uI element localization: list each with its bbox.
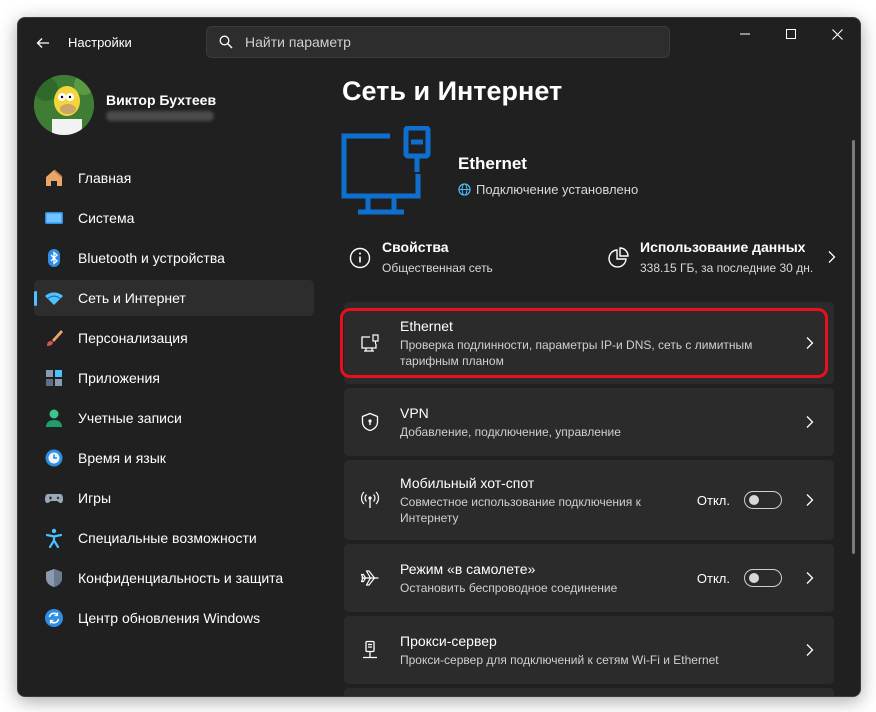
properties-link[interactable]: Свойства Общественная сеть — [348, 236, 493, 275]
card-subtitle: Добавление, подключение, управление — [400, 424, 621, 439]
close-button[interactable] — [814, 18, 860, 50]
sidebar-item-label: Конфиденциальность и защита — [78, 570, 284, 586]
chevron-right-icon — [800, 415, 820, 429]
sidebar-item-label: Система — [78, 210, 135, 226]
ethernet-title: Ethernet — [458, 154, 527, 173]
search-input[interactable] — [243, 33, 647, 51]
data-usage-link[interactable]: Использование данных 338.15 ГБ, за после… — [606, 236, 837, 275]
sidebar-item-personalization[interactable]: Персонализация — [34, 320, 314, 356]
back-button[interactable] — [32, 32, 54, 54]
sidebar-item-gaming[interactable]: Игры — [34, 480, 314, 516]
bluetooth-icon — [44, 248, 64, 268]
hotspot-icon — [360, 490, 380, 510]
sidebar-item-label: Игры — [78, 490, 112, 506]
maximize-button[interactable] — [768, 18, 814, 50]
sidebar-item-label: Специальные возможности — [78, 530, 257, 546]
ethernet-status-text: Подключение установлено — [476, 182, 639, 197]
card-subtitle: Прокси-сервер для подключений к сетям Wi… — [400, 652, 719, 667]
search-icon — [219, 34, 235, 50]
home-icon — [44, 168, 64, 188]
chevron-right-icon — [828, 251, 836, 263]
proxy-icon — [360, 640, 380, 660]
sidebar-item-system[interactable]: Система — [34, 200, 314, 236]
mobile-hotspot-card[interactable]: Мобильный хот-спот Совместное использова… — [344, 460, 834, 540]
accounts-icon — [44, 408, 64, 428]
proxy-card[interactable]: Прокси-сервер Прокси-сервер для подключе… — [344, 616, 834, 684]
brush-icon — [44, 328, 64, 348]
sidebar-item-time-language[interactable]: Время и язык — [34, 440, 314, 476]
data-usage-title: Использование данных — [640, 239, 806, 255]
minimize-icon — [740, 33, 750, 35]
close-icon — [831, 28, 843, 40]
sidebar-item-accessibility[interactable]: Специальные возможности — [34, 520, 314, 556]
user-name: Виктор Бухтеев — [106, 92, 217, 108]
sidebar-item-windows-update[interactable]: Центр обновления Windows — [34, 600, 314, 636]
sidebar-item-privacy[interactable]: Конфиденциальность и защита — [34, 560, 314, 596]
system-icon — [44, 208, 64, 228]
wifi-icon — [44, 288, 64, 308]
vpn-shield-icon — [360, 412, 380, 432]
card-title: Мобильный хот-спот — [400, 474, 535, 491]
gamepad-icon — [44, 488, 64, 508]
airplane-toggle[interactable] — [744, 569, 782, 587]
arrow-left-icon — [36, 38, 49, 48]
sidebar-nav: Главная Система Bluetooth и устройства С… — [34, 160, 314, 640]
data-usage-subtitle: 338.15 ГБ, за последние 30 дн. — [640, 261, 814, 275]
chevron-right-icon — [800, 571, 820, 585]
sidebar-item-bluetooth[interactable]: Bluetooth и устройства — [34, 240, 314, 276]
sidebar-item-label: Центр обновления Windows — [78, 610, 261, 626]
airplane-toggle-label: Откл. — [696, 570, 730, 586]
pie-chart-icon — [608, 247, 629, 268]
vpn-card[interactable]: VPN Добавление, подключение, управление — [344, 388, 834, 456]
user-email-blurred — [106, 111, 214, 121]
avatar[interactable] — [34, 75, 94, 135]
sidebar-item-apps[interactable]: Приложения — [34, 360, 314, 396]
airplane-mode-card[interactable]: Режим «в самолете» Остановить беспроводн… — [344, 544, 834, 612]
ethernet-monitor-icon — [340, 125, 438, 224]
sidebar-item-label: Bluetooth и устройства — [78, 250, 225, 266]
ethernet-card-highlight — [340, 308, 828, 378]
accessibility-icon — [44, 528, 64, 548]
hotspot-toggle[interactable] — [744, 491, 782, 509]
card-title: Режим «в самолете» — [400, 560, 536, 577]
chevron-right-icon — [800, 493, 820, 507]
properties-title: Свойства — [382, 239, 449, 255]
chevron-right-icon — [800, 643, 820, 657]
app-title: Настройки — [68, 35, 132, 50]
sidebar-item-label: Главная — [78, 170, 132, 186]
hotspot-toggle-label: Откл. — [696, 492, 730, 508]
card-title: Прокси-сервер — [400, 632, 497, 649]
time-language-icon — [44, 448, 64, 468]
sidebar-item-accounts[interactable]: Учетные записи — [34, 400, 314, 436]
sidebar-item-label: Персонализация — [78, 330, 188, 346]
search-box[interactable] — [206, 26, 670, 58]
sidebar-item-label: Учетные записи — [78, 410, 182, 426]
sidebar-item-network[interactable]: Сеть и Интернет — [34, 280, 314, 316]
next-card-partial — [344, 688, 834, 696]
maximize-icon — [786, 29, 796, 39]
ethernet-status: Подключение установлено — [458, 182, 638, 197]
page-title: Сеть и Интернет — [342, 76, 563, 106]
shield-icon — [44, 568, 64, 588]
sidebar-item-label: Сеть и Интернет — [78, 290, 186, 306]
apps-icon — [44, 368, 64, 388]
settings-window: Настройки Виктор Бухтеев — [17, 17, 861, 697]
sidebar-item-label: Время и язык — [78, 450, 166, 466]
update-icon — [44, 608, 64, 628]
sidebar-item-label: Приложения — [78, 370, 160, 386]
airplane-icon — [360, 568, 380, 588]
info-icon — [349, 247, 371, 269]
card-title: VPN — [400, 404, 429, 421]
sidebar-item-home[interactable]: Главная — [34, 160, 314, 196]
content-scrollbar[interactable] — [852, 140, 855, 554]
card-subtitle: Остановить беспроводное соединение — [400, 580, 618, 595]
properties-subtitle: Общественная сеть — [382, 261, 493, 275]
card-subtitle: Совместное использование подключения к И… — [400, 494, 641, 525]
minimize-button[interactable] — [722, 18, 768, 50]
globe-icon — [458, 183, 471, 196]
